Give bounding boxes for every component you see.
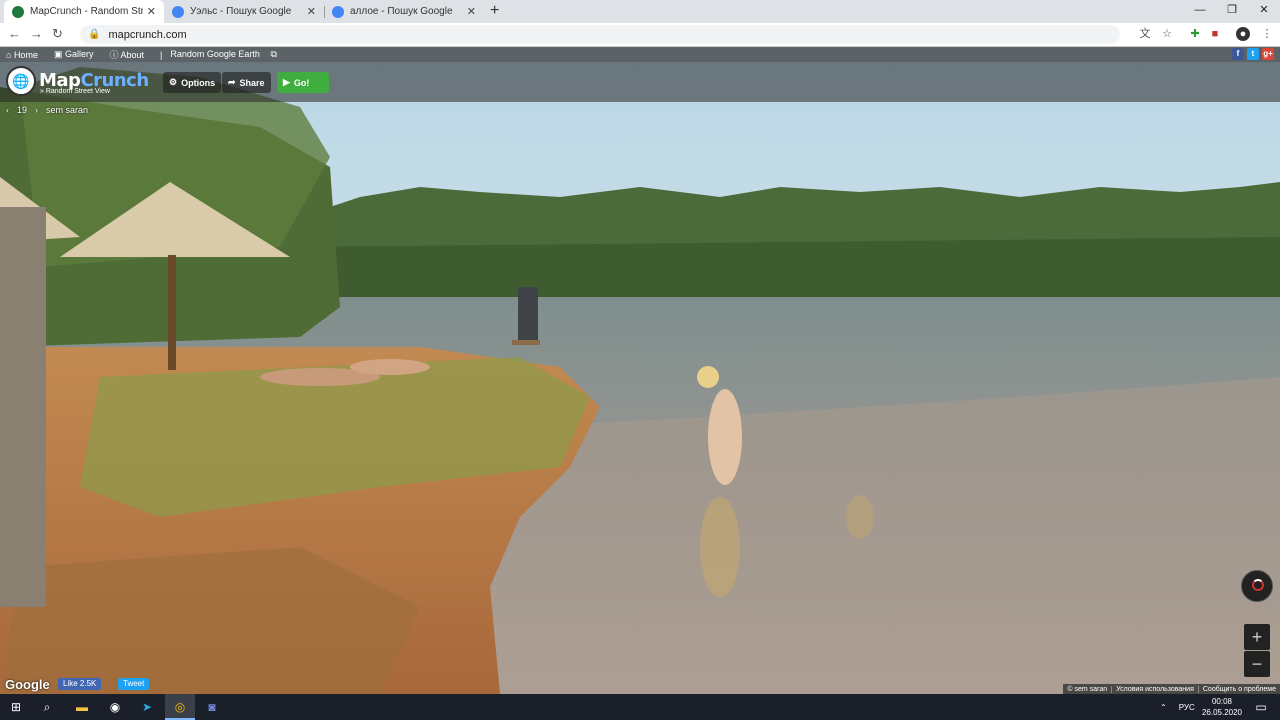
about-label: About [120,50,145,60]
go-label: Go! [293,77,310,88]
facebook-icon[interactable]: f [1232,48,1244,60]
reload-button[interactable]: ↻ [52,26,63,42]
minimize-button[interactable]: — [1184,0,1216,23]
windows-taskbar: ⊞ ⌕ ▬ ◉ ➤ ◎ ◙ ⌃ РУС 00:08 26.05.2020 ▭ [0,694,1280,720]
bookmark-star-icon[interactable]: ☆ [1160,27,1174,41]
tab-wales-search[interactable]: Уэльс - Пошук Google ✕ [164,0,324,23]
file-explorer-icon[interactable]: ▬ [73,698,91,716]
tab-title: Уэльс - Пошук Google [190,6,292,17]
tab-alloe-search[interactable]: аллое - Пошук Google ✕ [324,0,484,23]
tab-mapcrunch[interactable]: MapCrunch - Random Street View ✕ [4,0,164,23]
system-tray: ⌃ РУС [1160,694,1195,720]
attribution-author[interactable]: © sem saran [1063,686,1111,693]
taskbar-clock[interactable]: 00:08 26.05.2020 [1198,696,1246,718]
extension-badge-icon[interactable]: ■ [1208,27,1222,41]
tab-title: аллое - Пошук Google [350,6,453,17]
clock-time: 00:08 [1211,697,1233,706]
twitter-icon[interactable]: t [1247,48,1259,60]
home-label: Home [13,49,38,60]
gear-icon: ⚙ [169,77,178,87]
address-bar[interactable]: 🔒 mapcrunch.com [80,25,1120,44]
tray-expand-icon[interactable]: ⌃ [1160,703,1167,712]
close-window-button[interactable]: ✕ [1248,0,1280,23]
mapcrunch-favicon-icon [12,5,24,18]
share-button[interactable]: ➦ Share [222,72,271,93]
panorama-pager: ‹ 19 › sem saran [6,105,88,115]
lock-icon: 🔒 [88,29,101,40]
report-problem-link[interactable]: Сообщить о проблеме [1197,685,1280,693]
zoom-out-button[interactable]: − [1244,651,1270,677]
nav-separator: | [160,49,163,60]
maximize-button[interactable]: ❐ [1216,0,1248,23]
forward-button[interactable]: → [30,26,43,41]
attribution-bar: © sem saran Условия использования Сообщи… [1063,684,1280,694]
pager-count: 19 [17,105,28,115]
browser-tab-strip: MapCrunch - Random Street View ✕ Уэльс -… [0,0,1280,23]
close-tab-icon[interactable]: ✕ [147,5,156,18]
gallery-link[interactable]: ▣ Gallery [54,49,102,60]
random-earth-link[interactable]: Random Google Earth ⧉ [170,49,277,60]
random-earth-label: Random Google Earth [170,49,260,59]
close-tab-icon[interactable]: ✕ [467,5,476,18]
search-icon[interactable]: ⌕ [38,698,56,716]
panorama-author: sem saran [46,105,89,115]
new-tab-button[interactable]: + [490,2,499,20]
street-view-panorama[interactable] [0,47,1280,694]
telegram-icon[interactable]: ➤ [138,698,156,716]
discord-icon[interactable]: ◙ [203,698,221,716]
profile-avatar[interactable]: ● [1236,27,1250,41]
app-icon[interactable]: ◉ [106,698,124,716]
language-indicator[interactable]: РУС [1179,703,1195,712]
options-button[interactable]: ⚙ Options [163,72,222,93]
chrome-menu-icon[interactable]: ⋮ [1260,27,1274,41]
prev-arrow-icon[interactable]: ‹ [6,105,9,115]
google-logo: Google [5,677,50,692]
options-label: Options [181,77,216,88]
clock-date: 26.05.2020 [1201,708,1243,717]
windows-start-icon[interactable]: ⊞ [7,698,25,716]
gallery-label: Gallery [64,49,94,59]
social-links: f t g+ [1232,48,1274,60]
extension-icon[interactable]: ✚ [1188,27,1202,41]
go-button[interactable]: ▶ Go! [277,72,329,93]
compass-needle-icon [1252,579,1264,591]
notification-center-icon[interactable]: ▭ [1252,698,1270,716]
google-plus-icon[interactable]: g+ [1262,48,1274,60]
browser-toolbar: ← → ↻ 🔒 mapcrunch.com 文 ☆ ✚ ■ ● ⋮ [0,23,1280,47]
facebook-like-button[interactable]: Like 2.5K [58,678,102,690]
next-arrow-icon[interactable]: › [35,105,38,115]
tweet-button[interactable]: Tweet [118,678,150,690]
url-text: mapcrunch.com [108,28,187,41]
back-button[interactable]: ← [8,26,21,41]
google-favicon-icon [332,5,344,18]
chrome-icon[interactable]: ◎ [171,698,189,716]
tab-title: MapCrunch - Random Street View [30,6,143,17]
terms-link[interactable]: Условия использования [1111,685,1198,693]
logo-tagline: » Random Street View [40,88,110,95]
play-icon: ▶ [283,77,290,87]
window-controls: — ❐ ✕ [1184,0,1280,23]
mapcrunch-topnav: ⌂ Home ▣ Gallery ⓘ About | Random Google… [0,47,1280,62]
zoom-in-button[interactable]: + [1244,624,1270,650]
translate-icon[interactable]: 文 [1138,27,1152,41]
close-tab-icon[interactable]: ✕ [307,5,316,18]
share-icon: ➦ [228,77,236,87]
home-link[interactable]: ⌂ Home [6,50,46,60]
about-link[interactable]: ⓘ About [109,48,152,61]
globe-icon: 🌐 [6,66,36,96]
compass-control[interactable] [1241,570,1273,602]
google-favicon-icon [172,5,184,18]
share-label: Share [239,77,265,88]
